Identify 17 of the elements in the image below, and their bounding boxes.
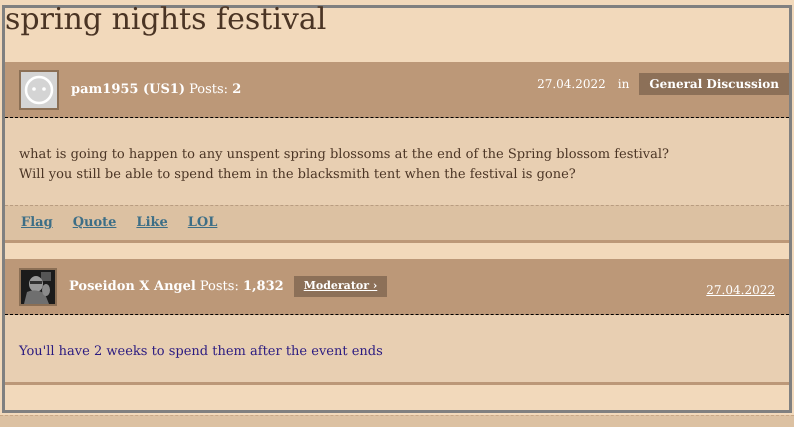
post-action-link[interactable]: Quote (72, 213, 116, 233)
post-date: 27.04.2022 (537, 76, 606, 93)
post-body: what is going to happen to any unspent spring blossoms at the end of the Spring blossom festival? Will you still be able to spend them in the blacksmith tent when the festival is gone? (19, 146, 670, 184)
post-count: Posts: 1,832 (200, 278, 284, 296)
post-action-link[interactable]: LOL (188, 213, 218, 233)
post-date[interactable]: 27.04.2022 (706, 281, 775, 299)
author-name[interactable]: pam1955 (US1) (71, 80, 186, 100)
category-tag[interactable]: General Discussion (639, 73, 789, 95)
post-action-link[interactable]: Like (136, 213, 168, 233)
post-action-link[interactable]: Flag (21, 213, 53, 233)
thread-title: spring nights festival (5, 5, 328, 35)
post-body: You'll have 2 weeks to spend them after the event ends (19, 343, 384, 361)
author-name[interactable]: Poseidon X Angel (69, 276, 196, 296)
post-count: Posts: 2 (189, 80, 242, 99)
in-label: in (618, 76, 630, 93)
avatar-icon (19, 70, 59, 110)
role-badge[interactable]: Moderator › (294, 276, 388, 297)
